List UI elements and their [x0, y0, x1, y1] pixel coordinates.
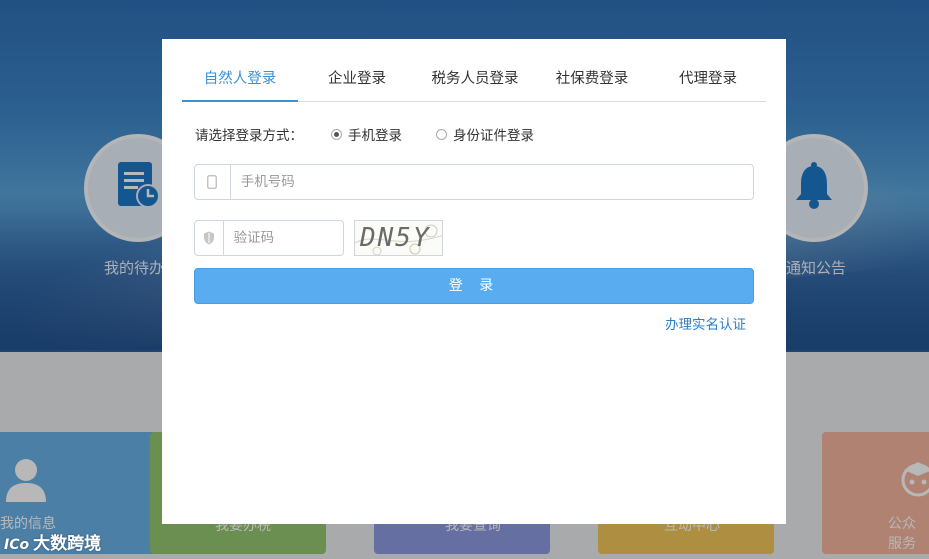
- phone-input[interactable]: [238, 166, 753, 198]
- verification-code-field: [194, 220, 344, 256]
- watermark-text: 大数跨境: [33, 534, 102, 554]
- radio-phone-login[interactable]: 手机登录: [331, 124, 402, 144]
- shield-icon: [195, 221, 224, 255]
- radio-phone-indicator[interactable]: [331, 128, 342, 140]
- tab-enterprise[interactable]: 企业登录: [298, 63, 416, 101]
- captcha-text: DN5Y: [360, 223, 431, 253]
- captcha-image[interactable]: DN5Y: [354, 220, 443, 256]
- radio-id-indicator[interactable]: [436, 128, 447, 140]
- verification-code-input[interactable]: [231, 222, 343, 254]
- radio-id-login[interactable]: 身份证件登录: [436, 124, 534, 144]
- radio-phone-label[interactable]: 手机登录: [348, 124, 402, 144]
- tab-agent[interactable]: 代理登录: [650, 63, 766, 101]
- login-method-row: 请选择登录方式： 手机登录 身份证件登录: [195, 124, 568, 144]
- login-method-label: 请选择登录方式：: [195, 128, 303, 144]
- watermark: ICo 大数跨境: [4, 529, 101, 554]
- tab-natural-person[interactable]: 自然人登录: [182, 63, 298, 102]
- tab-tax-staff[interactable]: 税务人员登录: [416, 63, 534, 101]
- radio-id-label[interactable]: 身份证件登录: [453, 124, 534, 144]
- watermark-logo: ICo: [4, 537, 30, 553]
- phone-field: [194, 164, 754, 200]
- login-dialog: 自然人登录 企业登录 税务人员登录 社保费登录 代理登录 请选择登录方式： 手机…: [162, 39, 786, 524]
- login-button[interactable]: 登 录: [194, 268, 754, 304]
- realname-verification-link[interactable]: 办理实名认证: [665, 313, 746, 333]
- mobile-phone-icon: [195, 165, 231, 199]
- tab-social-insurance[interactable]: 社保费登录: [534, 63, 650, 101]
- login-type-tabs: 自然人登录 企业登录 税务人员登录 社保费登录 代理登录: [182, 63, 766, 102]
